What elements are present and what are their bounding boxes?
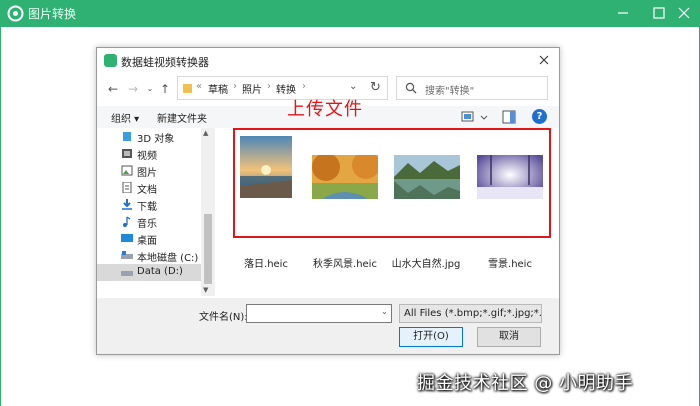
file-name[interactable]: 雪景.heic [465, 255, 555, 270]
app-titlebar: 图片转换 [0, 0, 700, 27]
breadcrumb-overflow[interactable]: « [196, 81, 202, 92]
nav-item-music[interactable]: 音乐 [97, 213, 215, 230]
search-placeholder: 搜索"转换" [425, 86, 475, 97]
nav-item-documents[interactable]: 文档 [97, 179, 215, 196]
nav-item-desktop[interactable]: 桌面 [97, 230, 215, 247]
nav-item-data-d[interactable]: Data (D:) [97, 264, 215, 281]
organize-button[interactable]: 组织 ▾ [111, 110, 139, 125]
app-logo-icon [7, 5, 24, 22]
download-icon [122, 199, 132, 210]
breadcrumb-convert[interactable]: 转换 [276, 81, 296, 96]
file-name-input[interactable] [246, 304, 392, 323]
nav-item-3d-objects[interactable]: 3D 对象 [97, 128, 215, 145]
scrollbar-thumb[interactable] [204, 214, 212, 284]
cancel-button[interactable]: 取消 [477, 327, 541, 347]
scroll-up-icon[interactable]: ▲ [203, 129, 208, 137]
app-title: 图片转换 [28, 7, 77, 21]
breadcrumb-chevron-icon: › [302, 81, 306, 92]
drive-icon [121, 271, 133, 276]
drive-icon [121, 251, 133, 259]
scroll-down-icon[interactable]: ▼ [203, 286, 208, 294]
up-arrow-icon[interactable]: ↑ [157, 81, 173, 97]
breadcrumb-drafts[interactable]: 草稿 [208, 81, 228, 96]
music-icon [123, 216, 131, 227]
breadcrumb-photos[interactable]: 照片 [242, 81, 262, 96]
maximize-icon[interactable] [648, 3, 670, 23]
help-icon[interactable]: ? [532, 109, 547, 124]
minimize-icon[interactable] [612, 3, 634, 23]
nav-item-videos[interactable]: 视频 [97, 145, 215, 162]
navigation-pane: 3D 对象 视频 图片 文档 下载 音乐 桌面 本地磁盘 (C:) Data (… [97, 128, 215, 298]
file-name[interactable]: 秋季风景.heic [300, 255, 390, 270]
recent-dropdown-icon[interactable]: ⌄ [142, 81, 158, 97]
address-dropdown-icon[interactable]: ⌄ [349, 81, 357, 92]
dialog-footer: 文件名(N): ⌄ All Files (*.bmp;*.gif;*.jpg;*… [97, 298, 559, 354]
open-button[interactable]: 打开(O) [399, 327, 463, 347]
nav-item-pictures[interactable]: 图片 [97, 162, 215, 179]
cube-icon [123, 132, 131, 141]
search-input[interactable]: 搜索"转换" [396, 76, 548, 100]
preview-pane-icon[interactable] [502, 110, 516, 124]
folder-icon [183, 84, 192, 93]
dialog-titlebar: 数据蛙视频转换器 [97, 48, 559, 73]
document-icon [122, 182, 132, 193]
file-name[interactable]: 山水大自然.jpg [381, 255, 471, 270]
nav-item-downloads[interactable]: 下载 [97, 196, 215, 213]
nav-scrollbar[interactable]: ▲ ▼ [201, 128, 215, 296]
dialog-title: 数据蛙视频转换器 [121, 56, 209, 69]
breadcrumb-chevron-icon: › [267, 81, 271, 92]
forward-arrow-icon[interactable]: → [125, 81, 141, 97]
dialog-app-icon [104, 54, 117, 67]
upload-highlight-box [233, 128, 551, 238]
upload-annotation: 上传文件 [287, 99, 363, 120]
file-name-label: 文件名(N): [199, 312, 248, 323]
dialog-close-icon[interactable] [534, 50, 554, 70]
refresh-icon[interactable]: ↻ [364, 76, 388, 100]
close-icon[interactable] [673, 3, 695, 23]
search-icon [405, 82, 417, 94]
back-arrow-icon[interactable]: ← [105, 81, 121, 97]
new-folder-button[interactable]: 新建文件夹 [157, 110, 207, 125]
file-name[interactable]: 落日.heic [221, 255, 311, 270]
file-name-dropdown-icon[interactable]: ⌄ [381, 307, 388, 316]
nav-item-local-disk-c[interactable]: 本地磁盘 (C:) [97, 247, 215, 264]
picture-icon [121, 165, 133, 176]
desktop-icon [121, 234, 133, 242]
view-options-icon[interactable] [461, 110, 489, 124]
watermark: 掘金技术社区 @ 小明助手 [417, 373, 633, 394]
video-icon [122, 149, 132, 158]
breadcrumb-chevron-icon: › [233, 81, 237, 92]
file-type-select[interactable]: All Files (*.bmp;*.gif;*.jpg;*.jp [399, 304, 542, 323]
